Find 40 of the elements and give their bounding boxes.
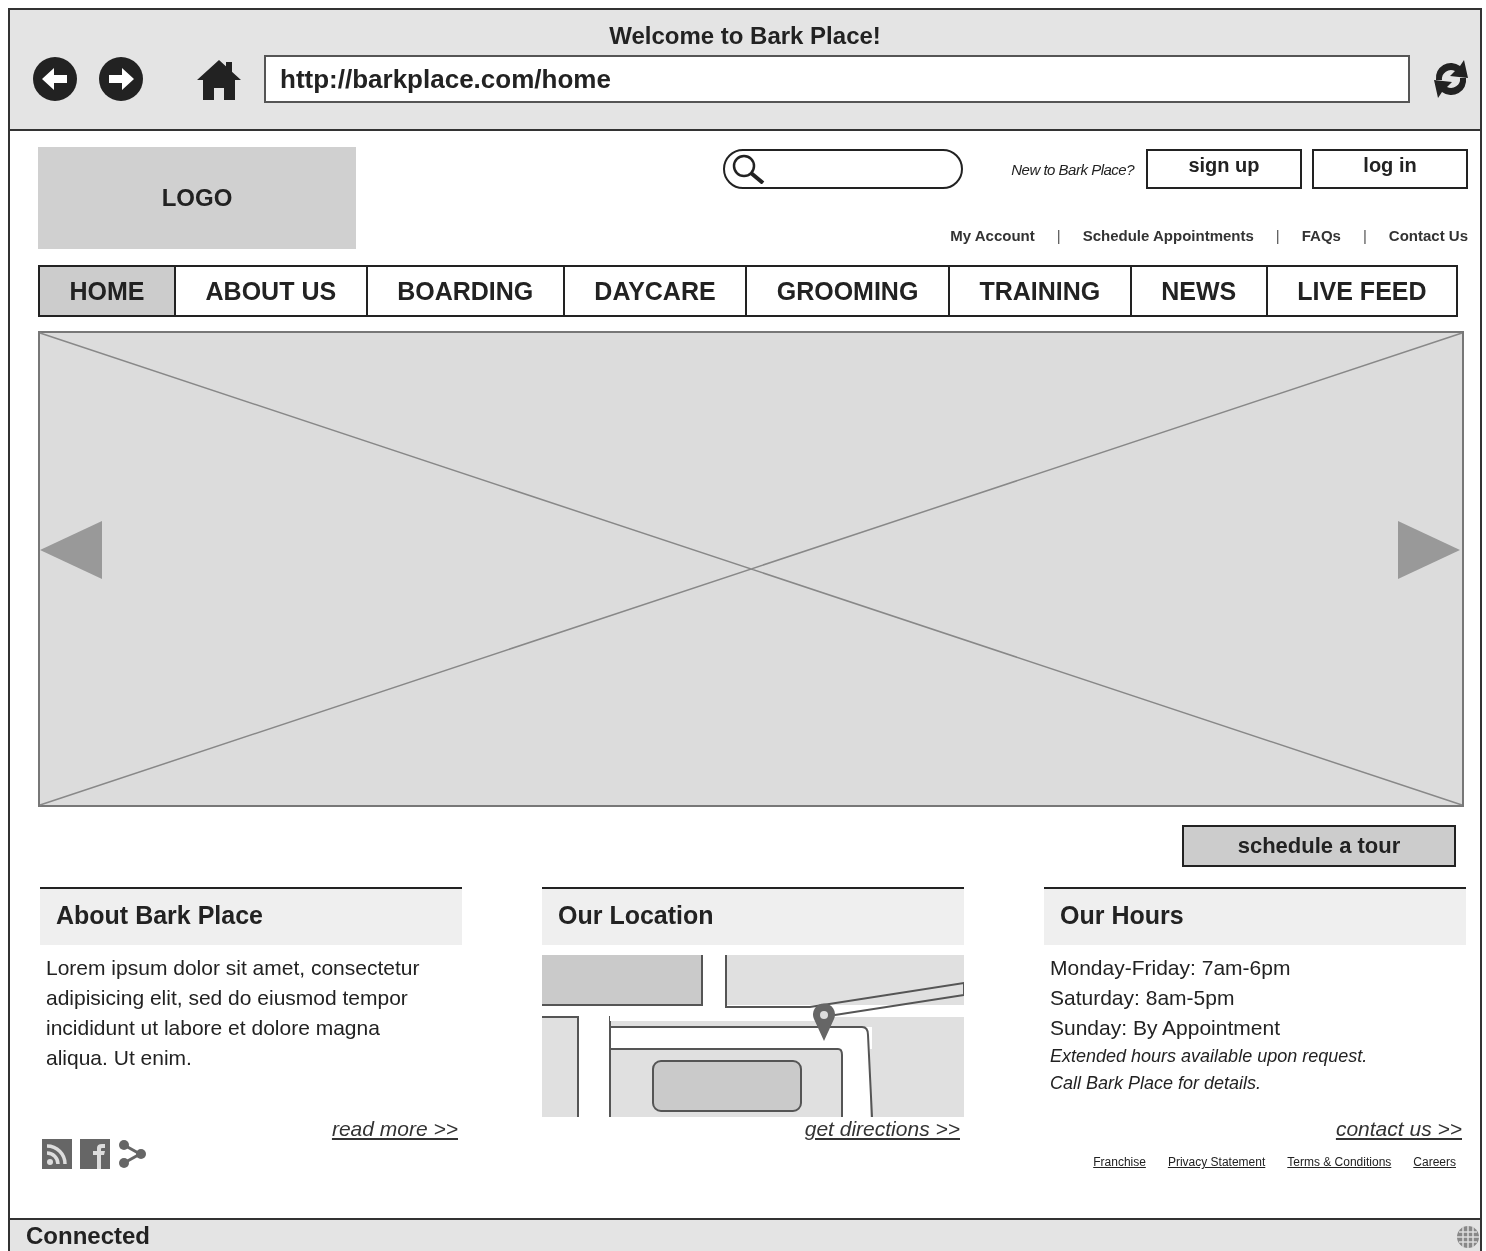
- hours-note: Call Bark Place for details.: [1050, 1072, 1263, 1095]
- search-icon: [731, 154, 766, 184]
- share-icon[interactable]: [118, 1139, 148, 1169]
- nav-tab[interactable]: HOME: [40, 267, 175, 315]
- footer-link[interactable]: Terms & Conditions: [1287, 1155, 1392, 1169]
- facebook-icon[interactable]: [80, 1139, 110, 1169]
- link-separator: |: [1056, 227, 1061, 244]
- more-link[interactable]: read more >>: [331, 1117, 458, 1141]
- account-button[interactable]: log in: [1312, 149, 1468, 189]
- header-link[interactable]: Contact Us: [1388, 227, 1468, 244]
- footer-link[interactable]: Privacy Statement: [1167, 1155, 1266, 1169]
- back-icon[interactable]: [32, 56, 78, 102]
- tour-button[interactable]: schedule a tour: [1182, 825, 1456, 867]
- section-heading: Our Hours: [1044, 887, 1466, 945]
- more-link[interactable]: contact us >>: [1335, 1117, 1462, 1141]
- footer-link[interactable]: Franchise: [1093, 1155, 1146, 1169]
- footer-link[interactable]: Careers: [1413, 1155, 1456, 1169]
- account-button[interactable]: sign up: [1146, 149, 1302, 189]
- link-separator: |: [1362, 227, 1367, 244]
- link-separator: |: [1275, 227, 1280, 244]
- section-heading: Our Location: [542, 887, 964, 945]
- window-title: Welcome to Bark Place!: [608, 21, 882, 51]
- address-field[interactable]: http://barkplace.com/home: [264, 55, 1410, 103]
- section-heading: About Bark Place: [40, 887, 462, 945]
- hours-line: Sunday: By Appointment: [1050, 1015, 1281, 1041]
- more-link[interactable]: get directions >>: [804, 1117, 960, 1141]
- header-link[interactable]: My Account: [950, 227, 1035, 244]
- header-link[interactable]: FAQs: [1301, 227, 1341, 244]
- header-link[interactable]: Schedule Appointments: [1082, 227, 1254, 244]
- forward-icon[interactable]: [98, 56, 144, 102]
- hours-line: Monday-Friday: 7am-6pm: [1050, 955, 1292, 981]
- hours-note: Extended hours available upon request.: [1050, 1045, 1369, 1068]
- status-text: Connected: [26, 1221, 150, 1250]
- search-field[interactable]: [723, 149, 964, 189]
- about-text: Lorem ipsum dolor sit amet, consectetur adipisicing elit, sed do eiusmod tempor incididunt ut labore et dolore magna aliqua. Ut enim.: [45, 955, 421, 1071]
- rss-icon[interactable]: [42, 1139, 72, 1169]
- signup-prompt: New to Bark Place?: [1011, 160, 1134, 178]
- home-icon[interactable]: [196, 58, 242, 100]
- hours-line: Saturday: 8am-5pm: [1050, 985, 1236, 1011]
- logo-placeholder[interactable]: LOGO: [38, 147, 356, 249]
